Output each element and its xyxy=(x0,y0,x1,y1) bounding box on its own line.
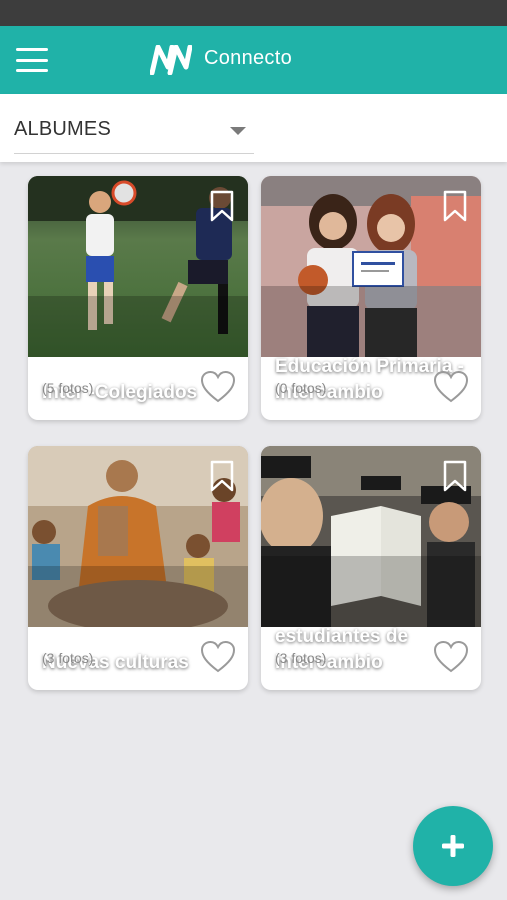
plus-icon xyxy=(442,835,464,857)
connecto-logo-icon xyxy=(150,45,192,75)
bookmark-icon[interactable] xyxy=(443,190,467,222)
dropdown-selected-value: ALBUMES xyxy=(14,118,111,140)
bookmark-icon[interactable] xyxy=(210,190,234,222)
photo-count: (0 fotos) xyxy=(275,380,327,396)
photo-count: (5 fotos) xyxy=(42,380,94,396)
chevron-down-icon xyxy=(230,127,246,135)
add-album-button[interactable] xyxy=(413,806,493,886)
heart-icon[interactable] xyxy=(433,640,469,674)
app-title: Connecto xyxy=(204,47,293,69)
album-card[interactable]: Nuevas culturas (3 fotos) xyxy=(28,446,248,690)
photo-count: (3 fotos) xyxy=(42,650,94,666)
photo-count: (3 fotos) xyxy=(275,650,327,666)
status-bar xyxy=(0,0,507,26)
album-card[interactable]: estudiantes de intercambio (3 fotos) xyxy=(261,446,481,690)
app-bar: Connecto xyxy=(0,26,507,94)
heart-icon[interactable] xyxy=(200,640,236,674)
filter-bar: ALBUMES xyxy=(0,94,507,162)
bookmark-icon[interactable] xyxy=(210,460,234,492)
heart-icon[interactable] xyxy=(433,370,469,404)
heart-icon[interactable] xyxy=(200,370,236,404)
album-card[interactable]: Inter -Colegiados (5 fotos) xyxy=(28,176,248,420)
album-type-dropdown[interactable]: ALBUMES xyxy=(14,112,254,154)
album-card[interactable]: Educación Primaria - Intercambio (0 foto… xyxy=(261,176,481,420)
bookmark-icon[interactable] xyxy=(443,460,467,492)
hamburger-menu-icon[interactable] xyxy=(16,48,48,72)
